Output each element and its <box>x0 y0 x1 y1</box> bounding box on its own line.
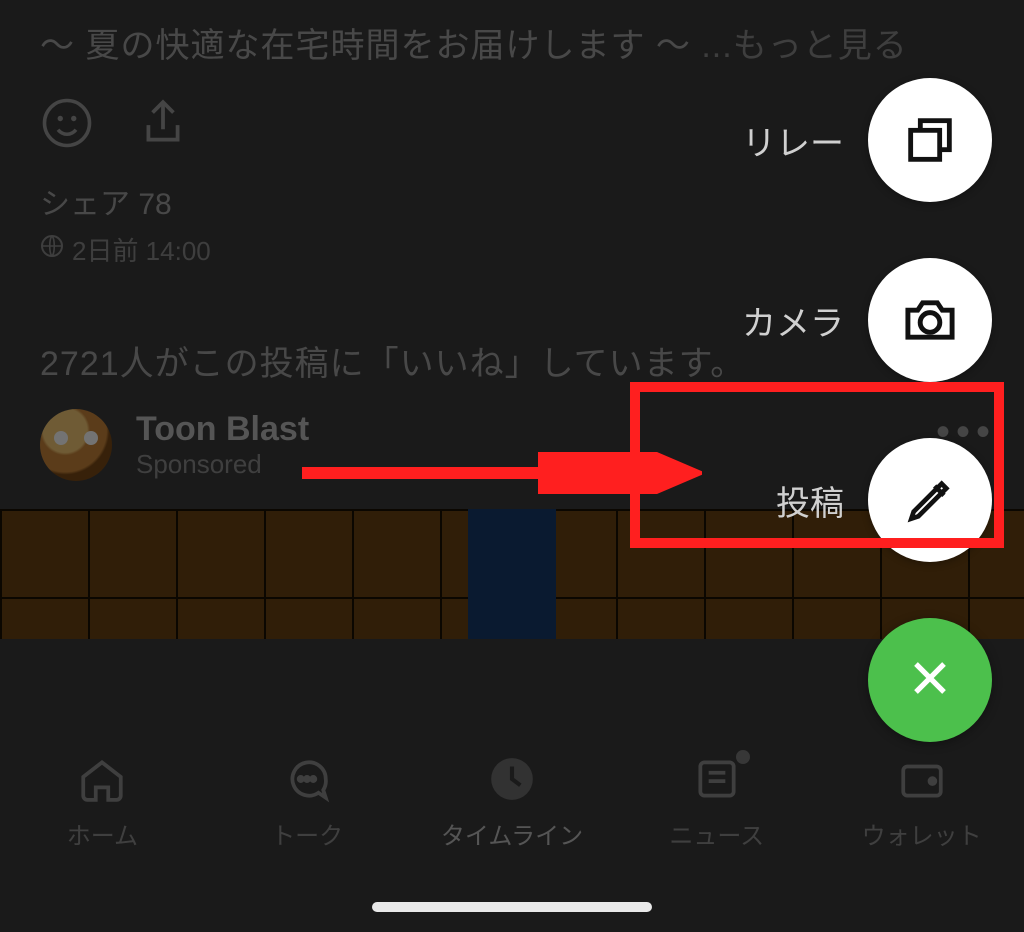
tab-timeline-label: タイムライン <box>441 816 583 851</box>
news-icon <box>690 754 744 804</box>
fab-camera-button[interactable] <box>868 258 992 382</box>
timestamp-text: 2日前 14:00 <box>72 231 211 268</box>
share-count-label: シェア <box>40 188 130 221</box>
home-icon <box>75 754 129 804</box>
timeline-icon <box>485 754 539 804</box>
fab-menu: リレー カメラ 投稿 <box>742 78 992 742</box>
fab-row-close <box>742 618 992 742</box>
news-badge-dot <box>736 750 750 764</box>
tab-wallet[interactable]: ウォレット <box>819 754 1024 851</box>
tab-talk[interactable]: トーク <box>205 754 410 851</box>
sponsor-name: Toon Blast <box>136 410 309 449</box>
fab-row-relay: リレー <box>742 78 992 202</box>
fab-relay-label: リレー <box>742 116 844 165</box>
fab-row-post: 投稿 <box>742 438 992 562</box>
fab-post-label: 投稿 <box>776 476 844 525</box>
sponsor-sub: Sponsored <box>136 449 309 480</box>
fab-close-button[interactable] <box>868 618 992 742</box>
wallet-icon <box>895 754 949 804</box>
home-indicator <box>372 902 652 912</box>
close-icon <box>906 654 954 707</box>
fab-post-button[interactable] <box>868 438 992 562</box>
fab-camera-label: カメラ <box>742 296 844 345</box>
fab-relay-button[interactable] <box>868 78 992 202</box>
likes-summary-text: 2721人がこの投稿に「いいね」しています。 <box>40 345 745 383</box>
share-count-value: 78 <box>138 188 171 221</box>
tab-talk-label: トーク <box>271 816 343 851</box>
tab-news[interactable]: ニュース <box>614 754 819 851</box>
globe-icon <box>40 234 64 265</box>
fab-row-camera: カメラ <box>742 258 992 382</box>
camera-icon <box>900 293 960 347</box>
talk-icon <box>280 754 334 804</box>
tab-home[interactable]: ホーム <box>0 754 205 851</box>
sponsor-meta: Toon Blast Sponsored <box>136 410 309 480</box>
read-more-link[interactable]: ...もっと見る <box>691 27 908 65</box>
bottom-tab-bar: ホーム トーク タイムライン ニュース ウォレット <box>0 720 1024 932</box>
share-icon[interactable] <box>138 95 188 151</box>
tab-timeline[interactable]: タイムライン <box>410 754 615 851</box>
pencil-icon <box>902 472 958 528</box>
relay-icon <box>901 111 959 169</box>
tab-news-label: ニュース <box>669 816 764 851</box>
ad-banner-center <box>468 509 556 639</box>
reaction-icon[interactable] <box>40 96 94 150</box>
avatar[interactable] <box>40 409 112 481</box>
post-caption-text: 〜 夏の快適な在宅時間をお届けします 〜 <box>40 27 691 65</box>
tab-wallet-label: ウォレット <box>862 816 982 851</box>
tab-home-label: ホーム <box>67 816 138 851</box>
